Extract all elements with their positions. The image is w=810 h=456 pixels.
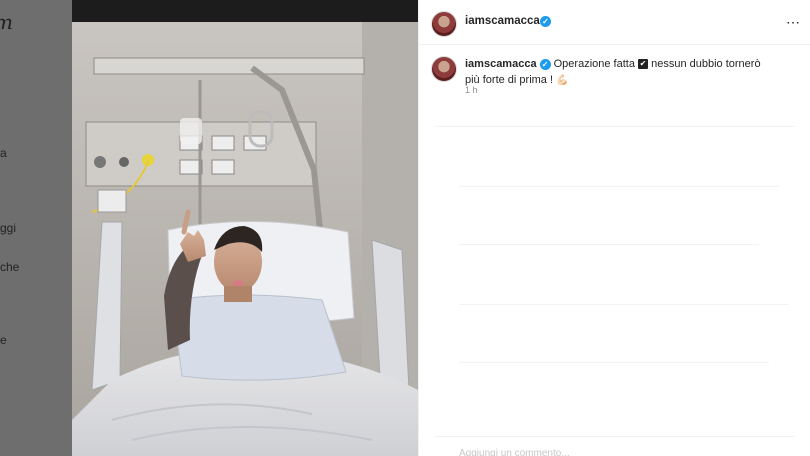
post-photo[interactable] — [72, 0, 418, 456]
muscle-emoji-icon: 💪🏻 — [556, 75, 569, 86]
hospital-bed-photo — [72, 0, 418, 456]
comment-placeholder-line — [459, 304, 789, 305]
background-sidebar: m a ggi che e — [0, 0, 72, 456]
comment-placeholder-line — [459, 186, 779, 187]
post-details-panel: iamscamacca ✓ ⋯ iamscamacca ✓ Operazione … — [418, 0, 810, 456]
author-avatar[interactable] — [431, 11, 457, 37]
author-username[interactable]: iamscamacca — [465, 15, 540, 27]
more-options-icon[interactable]: ⋯ — [786, 14, 801, 31]
divider — [435, 436, 795, 437]
caption-text-part1: Operazione fatta — [553, 58, 635, 70]
comment-placeholder-line — [459, 362, 769, 363]
post-header: iamscamacca ✓ ⋯ — [419, 0, 810, 45]
nav-fragment: che — [0, 260, 20, 274]
nav-fragment: a — [0, 146, 7, 160]
post-timestamp[interactable]: 1 h — [465, 85, 478, 95]
nav-fragment: ggi — [0, 221, 17, 235]
post-caption: iamscamacca ✓ Operazione fatta ✔ nessun d… — [465, 56, 765, 89]
add-comment-input[interactable]: Aggiungi un commento... — [459, 448, 570, 456]
caption-username[interactable]: iamscamacca — [465, 58, 537, 70]
comment-placeholder-line — [459, 244, 759, 245]
instagram-logo-fragment: m — [0, 10, 13, 34]
verified-badge-icon: ✓ — [540, 16, 551, 27]
verified-badge-icon: ✓ — [539, 58, 551, 70]
instagram-post-modal: m a ggi che e — [0, 0, 810, 456]
caption-avatar[interactable] — [431, 56, 457, 82]
check-emoji-icon: ✔ — [638, 59, 649, 70]
nav-fragment: e — [0, 333, 7, 347]
comment-placeholder-line — [435, 126, 795, 127]
